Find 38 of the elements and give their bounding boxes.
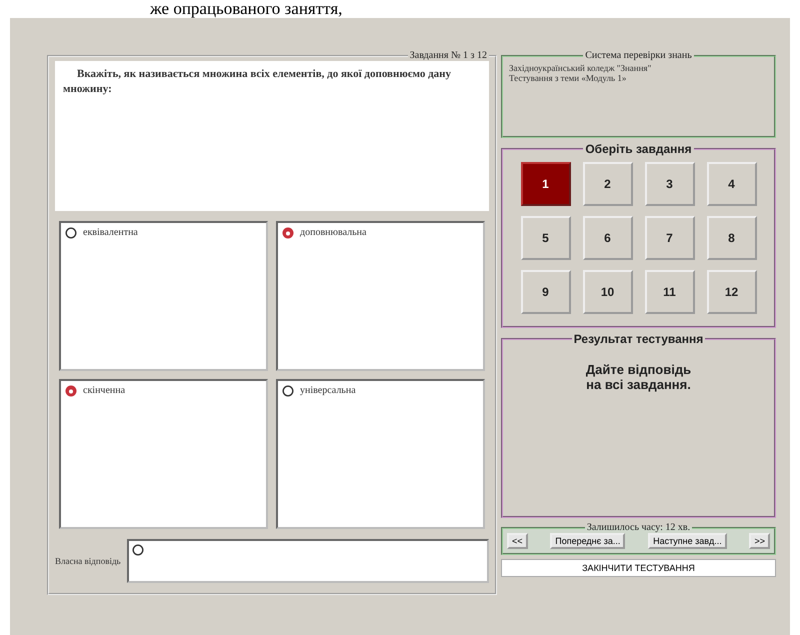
document-text: же опрацьованого заняття,: [149, 0, 344, 18]
info-line: Тестування з теми «Модуль 1»: [509, 73, 628, 83]
task-button[interactable]: 6: [582, 216, 632, 260]
task-button[interactable]: 2: [582, 162, 632, 206]
answer-option[interactable]: еквівалентна: [59, 221, 268, 371]
system-title: Система перевірки знань: [584, 50, 693, 61]
task-button[interactable]: 10: [582, 270, 632, 314]
radio-icon[interactable]: [282, 385, 294, 397]
result-message: Дайте відповідь на всі завдання.: [584, 362, 692, 392]
nav-button[interactable]: <<: [507, 533, 528, 549]
task-button[interactable]: 8: [706, 216, 756, 260]
checked-radio-icon[interactable]: [282, 227, 294, 239]
answer-option[interactable]: доповнювальна: [276, 221, 485, 371]
task-button[interactable]: 7: [644, 216, 694, 260]
task-number: Завдання № 1 з 12: [408, 50, 488, 61]
task-button[interactable]: 1: [520, 162, 570, 206]
task-button[interactable]: 5: [520, 216, 570, 260]
task-button[interactable]: 4: [706, 162, 756, 206]
task-button[interactable]: 11: [644, 270, 694, 314]
task-button[interactable]: 9: [520, 270, 570, 314]
nav-button[interactable]: Наступне завд...: [648, 533, 727, 549]
result-title: Результат тестування: [572, 332, 704, 346]
info-line: Західноукраїнський коледж "Знання": [509, 63, 652, 73]
finish-button[interactable]: ЗАКІНЧИТИ ТЕСТУВАННЯ: [501, 559, 776, 577]
nav-button[interactable]: Попереднє за...: [550, 533, 626, 549]
own-answer-field[interactable]: [126, 539, 489, 583]
timer-text: Залишилось часу: 12 хв.: [586, 522, 692, 533]
radio-icon[interactable]: [132, 544, 144, 556]
answer-option[interactable]: універсальна: [276, 379, 485, 529]
checked-radio-icon[interactable]: [65, 385, 77, 397]
answer-option[interactable]: скінченна: [59, 379, 268, 529]
task-button[interactable]: 12: [706, 270, 756, 314]
nav-button[interactable]: >>: [749, 533, 770, 549]
task-button[interactable]: 3: [644, 162, 694, 206]
question-text: Вкажіть, як називається множина всіх елементів, до якої доповнюємо дану множину:: [55, 61, 489, 211]
radio-icon[interactable]: [65, 227, 77, 239]
own-answer-label: Власна відповідь: [55, 556, 121, 566]
picker-title: Оберіть завдання: [584, 142, 693, 156]
